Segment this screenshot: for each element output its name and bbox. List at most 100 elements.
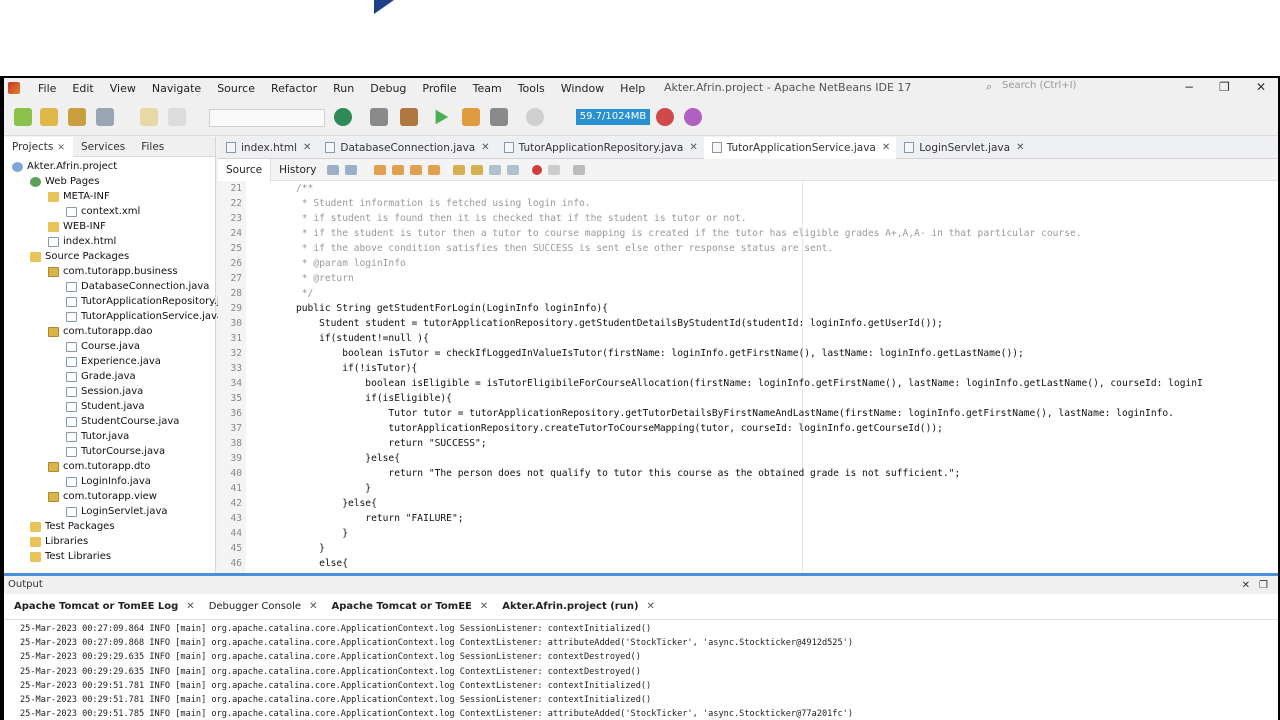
menu-file[interactable]: File <box>30 82 64 95</box>
restore-output-icon[interactable]: ❐ <box>1259 577 1268 595</box>
profile-icon[interactable] <box>490 108 508 126</box>
tree-node[interactable]: Web Pages <box>30 174 99 189</box>
tree-node[interactable]: Experience.java <box>66 354 161 369</box>
hammer-icon[interactable] <box>370 108 388 126</box>
profiler-icon[interactable] <box>684 108 702 126</box>
uncomment-icon[interactable] <box>507 164 520 175</box>
gc-icon[interactable] <box>656 108 674 126</box>
save-all-icon[interactable] <box>96 108 114 126</box>
redo-icon[interactable] <box>168 108 186 126</box>
close-tab-icon[interactable]: ✕ <box>647 601 655 612</box>
tree-node[interactable]: com.tutorapp.dto <box>48 459 150 474</box>
tree-node[interactable]: Source Packages <box>30 249 129 264</box>
tree-node[interactable]: LoginInfo.java <box>66 474 151 489</box>
close-output-icon[interactable]: ✕ <box>1242 577 1250 595</box>
menu-refactor[interactable]: Refactor <box>263 82 325 95</box>
shift-right-icon[interactable] <box>471 164 484 175</box>
code-area[interactable]: 21 /** 22 * Student information is fetched… <box>218 181 1278 573</box>
tree-node[interactable]: Session.java <box>66 384 143 399</box>
output-tab[interactable]: Akter.Afrin.project (run) ✕ <box>498 601 665 612</box>
find-icon[interactable] <box>374 164 387 175</box>
tree-node[interactable]: Test Libraries <box>30 549 111 564</box>
find-prev-icon[interactable] <box>392 164 405 175</box>
close-tab-icon[interactable]: ✕ <box>303 137 311 159</box>
tree-node[interactable]: Test Packages <box>30 519 115 534</box>
undo-icon[interactable] <box>140 108 158 126</box>
toggle-highlight-icon[interactable] <box>428 164 441 175</box>
clean-build-icon[interactable] <box>400 108 418 126</box>
back-icon[interactable] <box>327 164 340 175</box>
menu-source[interactable]: Source <box>209 82 263 95</box>
menu-run[interactable]: Run <box>325 82 362 95</box>
tree-node[interactable]: Tutor.java <box>66 429 129 444</box>
tree-node[interactable]: TutorCourse.java <box>66 444 165 459</box>
tree-node[interactable]: LoginServlet.java <box>66 504 168 519</box>
run-icon[interactable] <box>435 109 449 125</box>
close-tab-icon[interactable]: ✕ <box>882 137 890 159</box>
menu-help[interactable]: Help <box>612 82 653 95</box>
tree-node[interactable]: TutorApplicationService.java <box>66 309 223 324</box>
tree-node[interactable]: TutorApplicationRepository.ja <box>66 294 226 309</box>
stop-macro-icon[interactable] <box>548 164 561 175</box>
menu-window[interactable]: Window <box>553 82 612 95</box>
output-tab[interactable]: Apache Tomcat or TomEE ✕ <box>327 601 498 612</box>
new-project-icon[interactable] <box>40 108 58 126</box>
tree-node[interactable]: DatabaseConnection.java <box>66 279 209 294</box>
new-file-icon[interactable] <box>14 108 32 126</box>
editor-tab[interactable]: TutorApplicationService.java ✕ <box>703 136 897 159</box>
diff-icon[interactable] <box>573 164 586 175</box>
tree-node[interactable]: com.tutorapp.view <box>48 489 157 504</box>
maximize-button[interactable]: ❐ <box>1219 80 1230 94</box>
close-tab-icon[interactable]: ✕ <box>689 137 697 159</box>
shift-left-icon[interactable] <box>453 164 466 175</box>
close-tab-icon[interactable]: ✕ <box>481 137 489 159</box>
find-next-icon[interactable] <box>410 164 423 175</box>
menu-team[interactable]: Team <box>465 82 510 95</box>
tree-node[interactable]: Akter.Afrin.project <box>12 159 117 174</box>
tree-node[interactable]: Course.java <box>66 339 140 354</box>
output-tab[interactable]: Apache Tomcat or TomEE Log ✕ <box>10 601 205 612</box>
close-button[interactable]: ✕ <box>1256 80 1266 94</box>
output-tab[interactable]: Debugger Console ✕ <box>205 601 328 612</box>
globe-icon[interactable] <box>334 108 352 126</box>
menu-debug[interactable]: Debug <box>362 82 414 95</box>
comment-icon[interactable] <box>489 164 502 175</box>
tree-node[interactable]: context.xml <box>66 204 140 219</box>
memory-indicator[interactable]: 59.7/1024MB <box>576 109 650 125</box>
search-input[interactable]: Search (Ctrl+I) <box>984 80 1104 96</box>
close-tab-icon[interactable]: ✕ <box>480 601 488 612</box>
editor-tab[interactable]: TutorApplicationRepository.java ✕ <box>496 137 704 159</box>
menu-edit[interactable]: Edit <box>64 82 101 95</box>
record-macro-icon[interactable] <box>532 164 543 175</box>
tree-node[interactable]: Student.java <box>66 399 145 414</box>
tree-node[interactable]: Libraries <box>30 534 88 549</box>
menu-navigate[interactable]: Navigate <box>144 82 209 95</box>
open-project-icon[interactable] <box>68 108 86 126</box>
source-tab[interactable]: Source <box>218 158 272 181</box>
menu-tools[interactable]: Tools <box>510 82 553 95</box>
editor-tab[interactable]: DatabaseConnection.java ✕ <box>317 137 495 159</box>
close-tab-icon[interactable]: ✕ <box>1016 137 1024 159</box>
tab-projects[interactable]: Projects ✕ <box>4 136 73 157</box>
tab-files[interactable]: Files <box>133 141 172 153</box>
close-tab-icon[interactable]: ✕ <box>186 601 194 612</box>
configuration-select[interactable] <box>209 109 325 127</box>
editor-tab[interactable]: index.html ✕ <box>218 137 317 159</box>
tree-node[interactable]: com.tutorapp.business <box>48 264 178 279</box>
close-icon[interactable]: ✕ <box>57 143 65 153</box>
tree-node[interactable]: Grade.java <box>66 369 136 384</box>
close-tab-icon[interactable]: ✕ <box>309 601 317 612</box>
tree-node[interactable]: WEB-INF <box>48 219 106 234</box>
minimize-button[interactable]: − <box>1184 80 1194 94</box>
tree-node[interactable]: META-INF <box>48 189 110 204</box>
menu-profile[interactable]: Profile <box>414 82 464 95</box>
tab-services[interactable]: Services <box>73 141 133 153</box>
tree-node[interactable]: StudentCourse.java <box>66 414 179 429</box>
gauge-icon[interactable] <box>526 108 544 126</box>
editor-tab[interactable]: LoginServlet.java ✕ <box>896 137 1030 159</box>
tree-node[interactable]: com.tutorapp.dao <box>48 324 153 339</box>
debug-icon[interactable] <box>462 108 480 126</box>
history-tab[interactable]: History <box>271 159 324 181</box>
tree-node[interactable]: index.html <box>48 234 116 249</box>
menu-view[interactable]: View <box>102 82 144 95</box>
